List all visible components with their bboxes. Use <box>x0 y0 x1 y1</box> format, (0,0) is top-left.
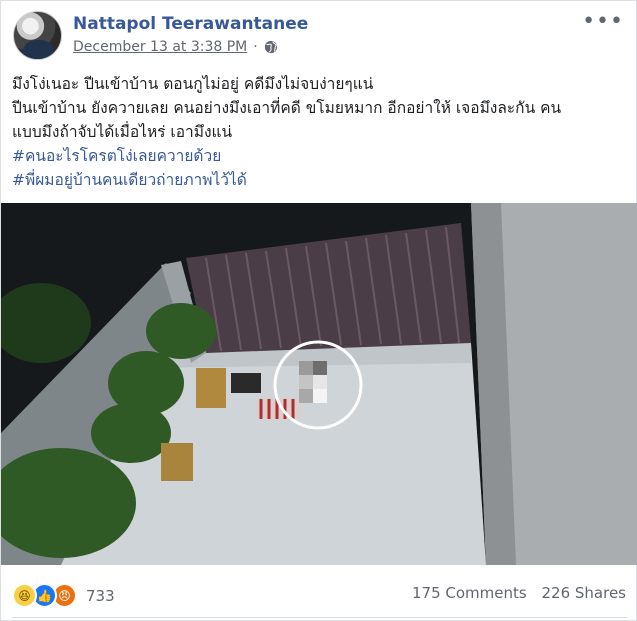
divider <box>12 617 627 618</box>
globe-icon[interactable] <box>264 40 278 54</box>
author-avatar[interactable] <box>13 11 62 60</box>
facebook-post: Nattapol Teerawantanee December 13 at 3:… <box>0 0 637 621</box>
shares-count-link[interactable]: 226 Shares <box>542 584 627 602</box>
cctv-photo-drawing <box>1 203 637 565</box>
haha-icon: 😆 <box>12 583 37 608</box>
engagement-counts: 175 Comments 226 Shares <box>412 584 626 602</box>
comments-count-link[interactable]: 175 Comments <box>412 584 527 602</box>
hashtag-link[interactable]: #พี่ผมอยู่บ้านคนเดียวถ่ายภาพไว้ได้ <box>12 168 627 192</box>
more-options-icon[interactable]: ••• <box>582 11 624 33</box>
post-text-line: มึงโง่เนอะ ปีนเข้าบ้าน ตอนกูไม่อยู่ คดีม… <box>12 75 374 93</box>
post-footer: 😆 👍 😠 733 175 Comments 226 Shares <box>1 565 637 620</box>
hashtag-link[interactable]: #คนอะไรโครตโง่เลยควายด้วย <box>12 144 627 168</box>
post-photo[interactable] <box>1 203 637 565</box>
post-timestamp[interactable]: December 13 at 3:38 PM <box>73 39 247 55</box>
reactions-summary[interactable]: 😆 👍 😠 733 <box>12 583 115 608</box>
post-text-line: แบบมึงถ้าจับได้เมื่อไหร่ เอามึงแน่ <box>12 123 233 141</box>
post-text-line: ปีนเข้าบ้าน ยังควายเลย คนอย่างมึงเอาที่ค… <box>12 99 562 117</box>
post-text: มึงโง่เนอะ ปีนเข้าบ้าน ตอนกูไม่อยู่ คดีม… <box>12 72 627 192</box>
author-name[interactable]: Nattapol Teerawantanee <box>73 14 308 34</box>
post-meta: December 13 at 3:38 PM · <box>73 39 278 55</box>
reaction-count: 733 <box>86 586 115 605</box>
